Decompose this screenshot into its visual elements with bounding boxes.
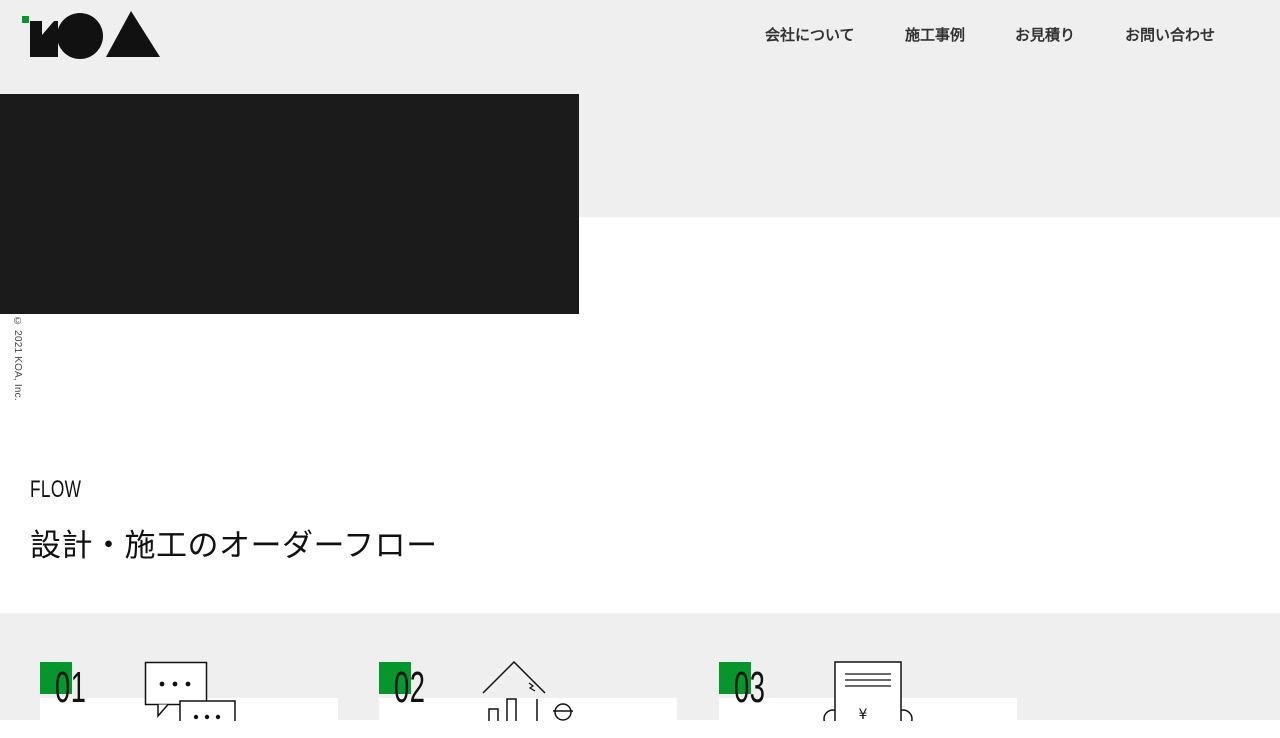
house-worker-icon (482, 661, 573, 721)
step-number: 03 (734, 663, 766, 712)
nav-about[interactable]: 会社について (765, 24, 855, 45)
chat-bubbles-icon (144, 661, 236, 721)
section-label: FLOW (30, 476, 82, 503)
hero-image (0, 94, 579, 314)
flow-step-02: 02 (379, 661, 684, 738)
step-number: 02 (394, 663, 426, 712)
step-number: 01 (55, 663, 87, 712)
nav-works[interactable]: 施工事例 (905, 24, 965, 45)
main-nav: 会社について 施工事例 お見積り お問い合わせ (0, 24, 1280, 44)
svg-text:¥: ¥ (859, 707, 868, 721)
nav-estimate[interactable]: お見積り (1015, 24, 1075, 45)
flow-step-01: 01 (40, 661, 345, 738)
logo-green-square (22, 16, 29, 23)
nav-contact[interactable]: お問い合わせ (1125, 24, 1215, 45)
copyright-text: © 2021 KOA, Inc. (12, 316, 23, 401)
section-title: 設計・施工のオーダーフロー (30, 528, 438, 564)
estimate-document-icon: ¥ (823, 661, 913, 721)
flow-step-03: 03 ¥ (719, 661, 1024, 738)
